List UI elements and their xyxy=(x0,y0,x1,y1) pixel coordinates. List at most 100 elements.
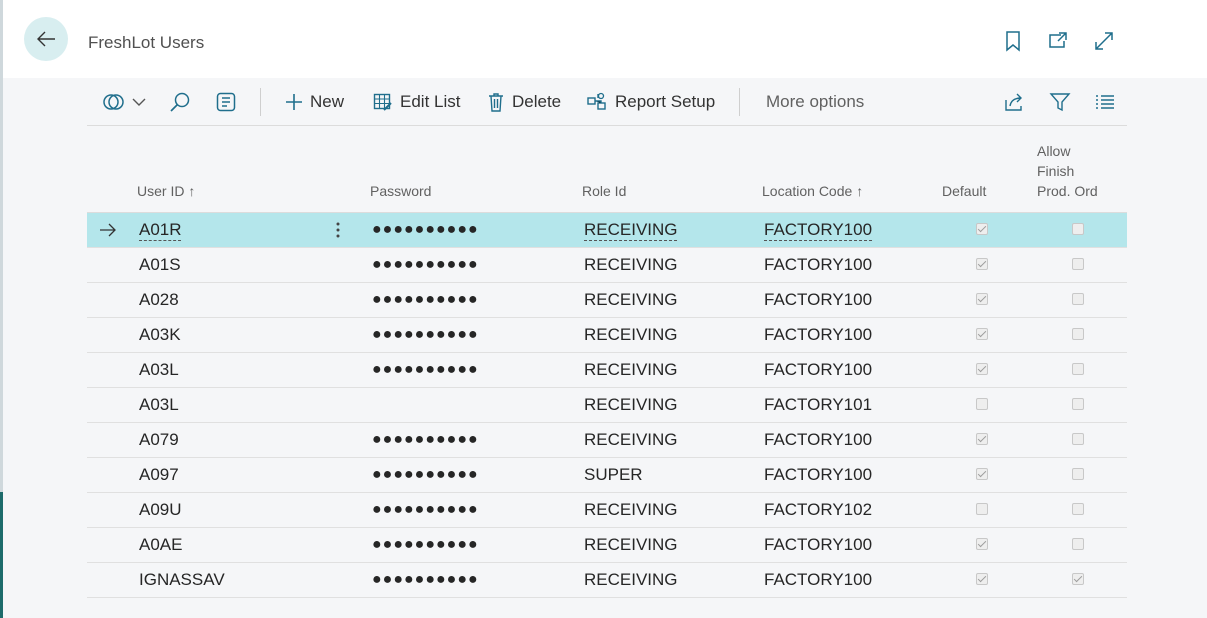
cell-role-id[interactable]: SUPER xyxy=(584,458,643,492)
column-header-user-id[interactable]: User ID ↑ xyxy=(137,181,195,201)
checkbox-allow-finish[interactable] xyxy=(1072,573,1084,585)
cell-role-id[interactable]: RECEIVING xyxy=(584,493,678,527)
checkbox-allow-finish[interactable] xyxy=(1072,538,1084,550)
cell-location-code[interactable]: FACTORY100 xyxy=(764,563,872,597)
search-button[interactable] xyxy=(169,78,191,125)
table-row[interactable]: A03K ●●●●●●●●●● RECEIVING FACTORY100 xyxy=(87,318,1127,353)
filter-button[interactable] xyxy=(1049,78,1071,125)
column-header-default[interactable]: Default xyxy=(942,181,986,201)
checkbox-allow-finish[interactable] xyxy=(1072,363,1084,375)
cell-user-id[interactable]: A0AE xyxy=(139,528,182,562)
row-actions-button[interactable] xyxy=(335,213,341,247)
cell-role-id[interactable]: RECEIVING xyxy=(584,353,678,387)
cell-role-id[interactable]: RECEIVING xyxy=(584,528,678,562)
cell-location-code[interactable]: FACTORY100 xyxy=(764,318,872,352)
checkbox-allow-finish[interactable] xyxy=(1072,503,1084,515)
action-bar: New Edit List Delete Report Setup More o… xyxy=(87,78,1127,126)
delete-button[interactable]: Delete xyxy=(487,78,561,125)
table-row[interactable]: A079 ●●●●●●●●●● RECEIVING FACTORY100 xyxy=(87,423,1127,458)
cell-role-id[interactable]: RECEIVING xyxy=(584,248,678,282)
table-row[interactable]: A03L ●●●●●●●●●● RECEIVING FACTORY100 xyxy=(87,353,1127,388)
cell-location-code[interactable]: FACTORY100 xyxy=(764,283,872,317)
checkbox-allow-finish[interactable] xyxy=(1072,433,1084,445)
share-button[interactable] xyxy=(1003,78,1025,125)
table-row[interactable]: A03L RECEIVING FACTORY101 xyxy=(87,388,1127,423)
checkbox-default[interactable] xyxy=(976,468,988,480)
back-button[interactable] xyxy=(24,17,68,61)
checkbox-allow-finish[interactable] xyxy=(1072,328,1084,340)
cell-user-id[interactable]: A09U xyxy=(139,493,182,527)
cell-password[interactable]: ●●●●●●●●●● xyxy=(372,563,479,597)
cell-password[interactable]: ●●●●●●●●●● xyxy=(372,248,479,282)
column-header-password[interactable]: Password xyxy=(370,181,431,201)
table-row[interactable]: A097 ●●●●●●●●●● SUPER FACTORY100 xyxy=(87,458,1127,493)
checkbox-default[interactable] xyxy=(976,363,988,375)
cell-location-code[interactable]: FACTORY100 xyxy=(764,353,872,387)
cell-password[interactable]: ●●●●●●●●●● xyxy=(372,458,479,492)
cell-user-id[interactable]: A01R xyxy=(139,213,182,247)
cell-password[interactable]: ●●●●●●●●●● xyxy=(372,283,479,317)
new-button[interactable]: New xyxy=(285,78,344,125)
checkbox-default[interactable] xyxy=(976,573,988,585)
cell-location-code[interactable]: FACTORY100 xyxy=(764,458,872,492)
cell-location-code[interactable]: FACTORY102 xyxy=(764,493,872,527)
checkbox-default[interactable] xyxy=(976,503,988,515)
cell-user-id[interactable]: A03K xyxy=(139,318,181,352)
views-button[interactable] xyxy=(103,78,146,125)
cell-user-id[interactable]: IGNASSAV xyxy=(139,563,225,597)
checkbox-default[interactable] xyxy=(976,258,988,270)
checkbox-default[interactable] xyxy=(976,433,988,445)
expand-button[interactable] xyxy=(1093,30,1115,52)
analysis-mode-button[interactable] xyxy=(215,78,237,125)
table-row[interactable]: A01S ●●●●●●●●●● RECEIVING FACTORY100 xyxy=(87,248,1127,283)
cell-password[interactable]: ●●●●●●●●●● xyxy=(372,353,479,387)
cell-role-id[interactable]: RECEIVING xyxy=(584,213,678,247)
cell-user-id[interactable]: A03L xyxy=(139,388,179,422)
checkbox-default[interactable] xyxy=(976,223,988,235)
table-row[interactable]: A09U ●●●●●●●●●● RECEIVING FACTORY102 xyxy=(87,493,1127,528)
cell-user-id[interactable]: A01S xyxy=(139,248,181,282)
table-row[interactable]: A028 ●●●●●●●●●● RECEIVING FACTORY100 xyxy=(87,283,1127,318)
cell-password[interactable]: ●●●●●●●●●● xyxy=(372,423,479,457)
cell-password[interactable]: ●●●●●●●●●● xyxy=(372,493,479,527)
cell-user-id[interactable]: A097 xyxy=(139,458,179,492)
cell-role-id[interactable]: RECEIVING xyxy=(584,388,678,422)
cell-password[interactable]: ●●●●●●●●●● xyxy=(372,528,479,562)
cell-role-id[interactable]: RECEIVING xyxy=(584,563,678,597)
checkbox-default[interactable] xyxy=(976,293,988,305)
checkbox-allow-finish[interactable] xyxy=(1072,223,1084,235)
checkbox-default[interactable] xyxy=(976,398,988,410)
column-header-allow-finish-prod-ord[interactable]: Allow Finish Prod. Ord xyxy=(1037,141,1098,201)
new-button-label: New xyxy=(310,91,345,111)
table-row[interactable]: A0AE ●●●●●●●●●● RECEIVING FACTORY100 xyxy=(87,528,1127,563)
checkbox-default[interactable] xyxy=(976,328,988,340)
list-options-button[interactable] xyxy=(1095,78,1115,125)
cell-location-code[interactable]: FACTORY101 xyxy=(764,388,872,422)
cell-role-id[interactable]: RECEIVING xyxy=(584,283,678,317)
column-header-location-code[interactable]: Location Code ↑ xyxy=(762,181,863,201)
cell-password[interactable]: ●●●●●●●●●● xyxy=(372,213,479,247)
open-new-window-button[interactable] xyxy=(1047,30,1069,52)
checkbox-default[interactable] xyxy=(976,538,988,550)
cell-location-code[interactable]: FACTORY100 xyxy=(764,423,872,457)
cell-location-code[interactable]: FACTORY100 xyxy=(764,248,872,282)
report-setup-button[interactable]: Report Setup xyxy=(586,78,715,125)
edit-list-button[interactable]: Edit List xyxy=(373,78,460,125)
cell-password[interactable]: ●●●●●●●●●● xyxy=(372,318,479,352)
checkbox-allow-finish[interactable] xyxy=(1072,258,1084,270)
table-row[interactable]: A01R ●●●●●●●●●● RECEIVING FACTORY100 xyxy=(87,213,1127,248)
cell-role-id[interactable]: RECEIVING xyxy=(584,423,678,457)
cell-user-id[interactable]: A03L xyxy=(139,353,179,387)
cell-user-id[interactable]: A079 xyxy=(139,423,179,457)
table-row[interactable]: IGNASSAV ●●●●●●●●●● RECEIVING FACTORY100 xyxy=(87,563,1127,598)
checkbox-allow-finish[interactable] xyxy=(1072,398,1084,410)
cell-user-id[interactable]: A028 xyxy=(139,283,179,317)
cell-location-code[interactable]: FACTORY100 xyxy=(764,213,872,247)
more-options-button[interactable]: More options xyxy=(766,78,864,125)
bookmark-button[interactable] xyxy=(1002,30,1024,52)
cell-role-id[interactable]: RECEIVING xyxy=(584,318,678,352)
cell-location-code[interactable]: FACTORY100 xyxy=(764,528,872,562)
checkbox-allow-finish[interactable] xyxy=(1072,468,1084,480)
checkbox-allow-finish[interactable] xyxy=(1072,293,1084,305)
column-header-role-id[interactable]: Role Id xyxy=(582,181,626,201)
